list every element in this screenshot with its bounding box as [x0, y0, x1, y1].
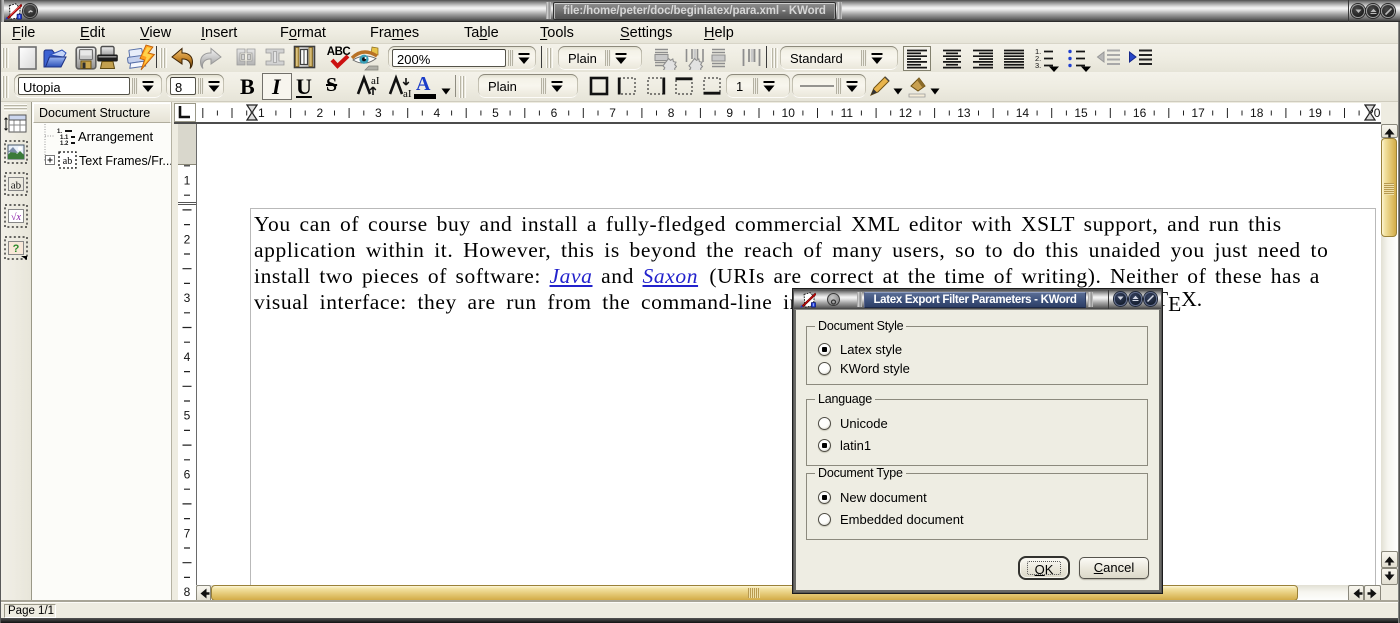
svg-text:2: 2	[184, 232, 191, 246]
svg-text:ab: ab	[11, 180, 22, 192]
svg-text:5: 5	[184, 409, 191, 423]
svg-text:18: 18	[1250, 106, 1264, 120]
svg-text:5: 5	[492, 106, 499, 120]
svg-text:7: 7	[609, 106, 616, 120]
svg-text:19: 19	[1309, 106, 1323, 120]
svg-text:4: 4	[434, 106, 441, 120]
svg-text:17: 17	[1191, 106, 1205, 120]
svg-text:13: 13	[957, 106, 971, 120]
svg-text:8: 8	[668, 106, 675, 120]
svg-text:11: 11	[841, 106, 854, 120]
svg-text:9: 9	[726, 106, 733, 120]
svg-text:7: 7	[184, 526, 191, 540]
svg-text:3: 3	[375, 106, 382, 120]
svg-text:aI: aI	[403, 88, 412, 98]
svg-text:8: 8	[184, 585, 191, 599]
svg-text:ab: ab	[63, 156, 72, 167]
svg-text:√x: √x	[11, 212, 21, 223]
svg-text:10: 10	[782, 106, 796, 120]
svg-text:2: 2	[317, 106, 324, 120]
svg-text:aI: aI	[371, 75, 380, 87]
svg-text:1: 1	[184, 174, 191, 188]
svg-text:6: 6	[551, 106, 558, 120]
svg-text:12: 12	[899, 106, 913, 120]
svg-text:?: ?	[13, 243, 20, 255]
svg-text:1.2: 1.2	[60, 141, 69, 147]
svg-text:15: 15	[1074, 106, 1088, 120]
svg-text:3: 3	[184, 291, 191, 305]
svg-text:3.: 3.	[1035, 61, 1041, 70]
svg-text:4: 4	[184, 350, 191, 364]
svg-text:16: 16	[1133, 106, 1147, 120]
svg-text:14: 14	[1016, 106, 1030, 120]
svg-text:1: 1	[258, 106, 265, 120]
svg-text:6: 6	[184, 468, 191, 482]
